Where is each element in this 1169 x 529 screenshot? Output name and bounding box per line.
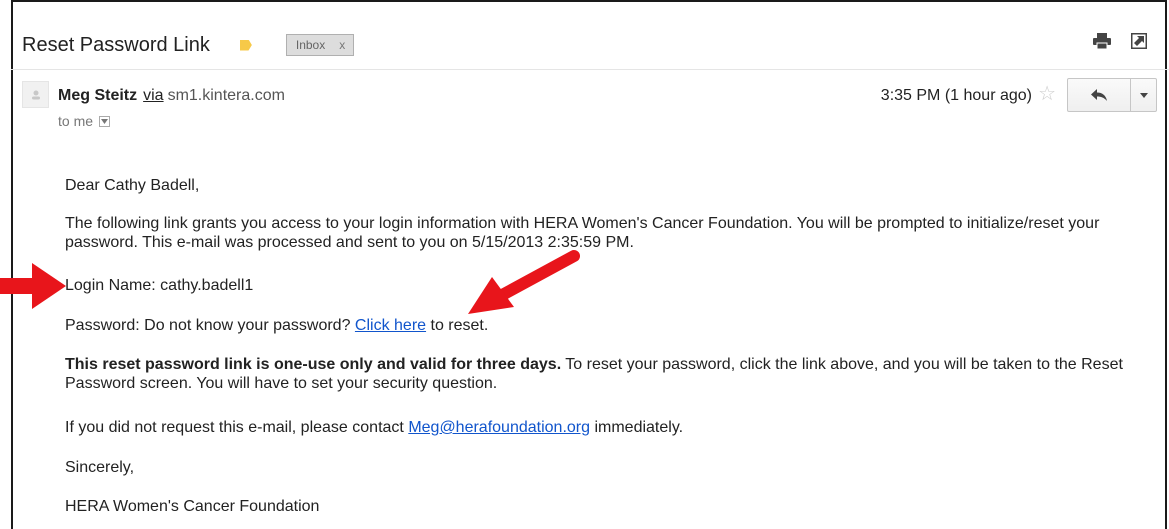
- avatar-icon[interactable]: [22, 81, 49, 108]
- contact-email-link[interactable]: Meg@herafoundation.org: [408, 419, 590, 436]
- login-name-line: Login Name: cathy.badell1: [65, 277, 254, 294]
- new-window-icon[interactable]: [1130, 32, 1148, 54]
- password-prefix: Password: Do not know your password?: [65, 317, 351, 334]
- more-options-icon: [1139, 92, 1148, 98]
- password-suffix: to reset.: [430, 317, 489, 334]
- print-icon[interactable]: [1093, 33, 1111, 54]
- email-frame: [11, 0, 1167, 529]
- reset-notice-bold: This reset password link is one-use only…: [65, 356, 562, 373]
- top-actions: [1093, 32, 1148, 54]
- star-icon[interactable]: ☆: [1038, 84, 1056, 104]
- reset-password-link[interactable]: Click here: [355, 317, 426, 334]
- email-timestamp: 3:35 PM (1 hour ago): [880, 87, 1032, 104]
- subject-row: Reset Password Link Inbox x: [22, 30, 355, 60]
- greeting: Dear Cathy Badell,: [65, 177, 200, 194]
- reset-notice-paragraph: This reset password link is one-use only…: [65, 355, 1140, 393]
- recipient-line: to me: [58, 113, 111, 129]
- intro-paragraph: The following link grants you access to …: [65, 215, 1100, 251]
- more-options-button[interactable]: [1131, 79, 1156, 111]
- sender-name[interactable]: Meg Steitz: [58, 87, 137, 104]
- contact-prefix: If you did not request this e-mail, plea…: [65, 419, 404, 436]
- reply-icon: [1091, 89, 1107, 101]
- reply-button[interactable]: [1068, 79, 1131, 111]
- contact-suffix: immediately.: [594, 419, 684, 436]
- via-link[interactable]: via: [143, 87, 163, 104]
- email-subject: Reset Password Link: [22, 33, 210, 56]
- header-separator: [11, 69, 1169, 70]
- reply-button-group: [1067, 78, 1157, 112]
- password-line: Password: Do not know your password? Cli…: [65, 316, 1140, 335]
- remove-label-button[interactable]: x: [339, 38, 345, 52]
- sender-line: Meg Steitz via sm1.kintera.com: [58, 87, 285, 105]
- recipient-text: to me: [58, 113, 94, 129]
- inbox-label-text: Inbox: [295, 38, 326, 52]
- label-tag-icon[interactable]: [239, 39, 252, 51]
- contact-line: If you did not request this e-mail, plea…: [65, 418, 1140, 437]
- recipient-details-dropdown[interactable]: [99, 115, 111, 127]
- inbox-label-chip[interactable]: Inbox x: [285, 34, 355, 56]
- closing: Sincerely,: [65, 459, 135, 476]
- signature: HERA Women's Cancer Foundation: [65, 498, 320, 515]
- sender-domain: sm1.kintera.com: [167, 87, 285, 104]
